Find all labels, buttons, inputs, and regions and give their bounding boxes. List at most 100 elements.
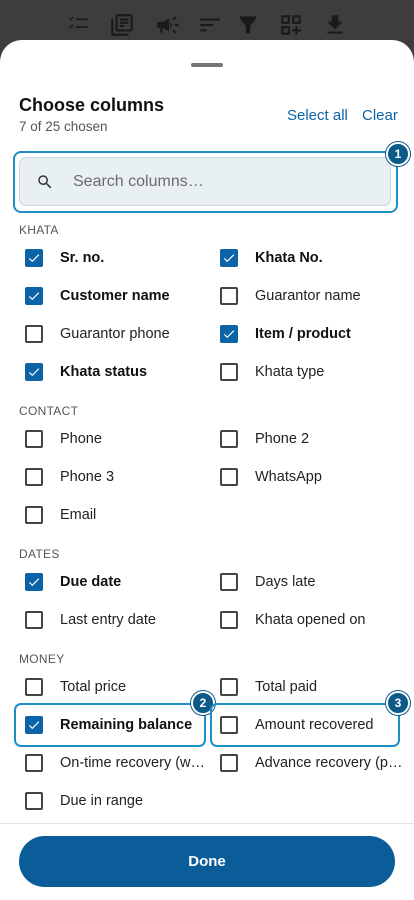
search-highlight — [13, 151, 398, 213]
checkbox[interactable] — [25, 716, 43, 734]
checkbox[interactable] — [25, 754, 43, 772]
checkmark-icon — [223, 330, 235, 339]
option-label: Phone 3 — [60, 469, 115, 485]
option-label: Sr. no. — [60, 250, 105, 266]
checkmark-icon — [28, 578, 40, 587]
option-khata-type[interactable]: Khata type — [220, 360, 324, 384]
select-all-button[interactable]: Select all — [287, 107, 348, 124]
option-label: Due date — [60, 574, 122, 590]
download-icon[interactable] — [322, 12, 348, 38]
checkbox[interactable] — [220, 363, 238, 381]
callout-badge-3: 3 — [386, 691, 410, 715]
option-total-price[interactable]: Total price — [25, 675, 126, 699]
option-due-in-range[interactable]: Due in range — [25, 789, 143, 813]
search-input[interactable] — [73, 158, 373, 205]
option-last-entry-date[interactable]: Last entry date — [25, 608, 156, 632]
checkbox[interactable] — [220, 678, 238, 696]
checkbox[interactable] — [220, 611, 238, 629]
option-label: Advance recovery (p… — [255, 755, 403, 771]
option-label: Customer name — [60, 288, 170, 304]
checkmark-icon — [28, 721, 40, 730]
option-label: Phone — [60, 431, 102, 447]
search-icon — [36, 173, 54, 191]
checkbox[interactable] — [25, 325, 43, 343]
checkmark-icon — [28, 254, 40, 263]
option-khata-no[interactable]: Khata No. — [220, 246, 323, 270]
clear-button[interactable]: Clear — [362, 107, 398, 124]
option-label: Khata opened on — [255, 612, 366, 628]
option-label: Item / product — [255, 326, 351, 342]
checkbox[interactable] — [25, 430, 43, 448]
callout-badge-1: 1 — [386, 142, 410, 166]
option-label: WhatsApp — [255, 469, 322, 485]
checkbox[interactable] — [220, 716, 238, 734]
checkbox[interactable] — [25, 287, 43, 305]
option-phone-3[interactable]: Phone 3 — [25, 465, 114, 489]
sort-icon[interactable] — [197, 12, 223, 38]
checkbox[interactable] — [25, 506, 43, 524]
checklist-icon[interactable] — [65, 12, 91, 38]
option-phone[interactable]: Phone — [25, 427, 102, 451]
drag-handle[interactable] — [191, 63, 223, 67]
checkbox[interactable] — [25, 792, 43, 810]
option-label: Khata status — [60, 364, 148, 380]
option-label: Days late — [255, 574, 316, 590]
option-due-date[interactable]: Due date — [25, 570, 121, 594]
option-label: Khata type — [255, 364, 325, 380]
checkbox[interactable] — [220, 468, 238, 486]
option-email[interactable]: Email — [25, 503, 96, 527]
option-label: Due in range — [60, 793, 144, 809]
campaign-icon[interactable] — [155, 12, 181, 38]
option-label: Guarantor phone — [60, 326, 170, 342]
checkbox[interactable] — [220, 573, 238, 591]
option-sr-no[interactable]: Sr. no. — [25, 246, 104, 270]
checkmark-icon — [223, 254, 235, 263]
section-label-khata: KHATA — [19, 223, 59, 237]
sheet-title: Choose columns — [19, 95, 165, 115]
option-guarantor-name[interactable]: Guarantor name — [220, 284, 361, 308]
option-total-paid[interactable]: Total paid — [220, 675, 317, 699]
option-phone-2[interactable]: Phone 2 — [220, 427, 309, 451]
option-label: Total paid — [255, 679, 318, 695]
checkbox[interactable] — [25, 611, 43, 629]
option-whatsapp[interactable]: WhatsApp — [220, 465, 322, 489]
qr-add-icon[interactable] — [278, 12, 304, 38]
option-advance-recovery[interactable]: Advance recovery (p… — [220, 751, 402, 775]
option-days-late[interactable]: Days late — [220, 570, 315, 594]
checkbox[interactable] — [220, 754, 238, 772]
done-button[interactable]: Done — [19, 836, 395, 887]
checkbox[interactable] — [220, 430, 238, 448]
checkbox[interactable] — [25, 363, 43, 381]
choose-columns-sheet: Choose columns 7 of 25 chosen Select all… — [0, 40, 414, 900]
library-icon[interactable] — [109, 12, 135, 38]
option-khata-opened-on[interactable]: Khata opened on — [220, 608, 365, 632]
option-on-time-recovery[interactable]: On-time recovery (w… — [25, 751, 205, 775]
section-label-money: MONEY — [19, 652, 65, 666]
option-label: Khata No. — [255, 250, 323, 266]
checkmark-icon — [28, 292, 40, 301]
option-label: Email — [60, 507, 97, 523]
option-remaining-balance[interactable]: Remaining balance — [25, 713, 192, 737]
footer-divider — [0, 823, 414, 824]
option-customer-name[interactable]: Customer name — [25, 284, 170, 308]
option-khata-status[interactable]: Khata status — [25, 360, 147, 384]
checkbox[interactable] — [25, 678, 43, 696]
option-label: On-time recovery (w… — [60, 755, 206, 771]
checkbox[interactable] — [25, 249, 43, 267]
option-label: Last entry date — [60, 612, 156, 628]
checkbox[interactable] — [25, 573, 43, 591]
checkbox[interactable] — [220, 287, 238, 305]
option-guarantor-phone[interactable]: Guarantor phone — [25, 322, 170, 346]
checkbox[interactable] — [220, 249, 238, 267]
option-item-product[interactable]: Item / product — [220, 322, 351, 346]
search-field[interactable] — [19, 157, 391, 206]
filter-icon[interactable] — [235, 12, 261, 38]
option-label: Remaining balance — [60, 717, 193, 733]
option-label: Total price — [60, 679, 127, 695]
checkbox[interactable] — [220, 325, 238, 343]
option-label: Amount recovered — [255, 717, 374, 733]
option-label: Phone 2 — [255, 431, 310, 447]
option-amount-recovered[interactable]: Amount recovered — [220, 713, 373, 737]
checkbox[interactable] — [25, 468, 43, 486]
option-label: Guarantor name — [255, 288, 361, 304]
